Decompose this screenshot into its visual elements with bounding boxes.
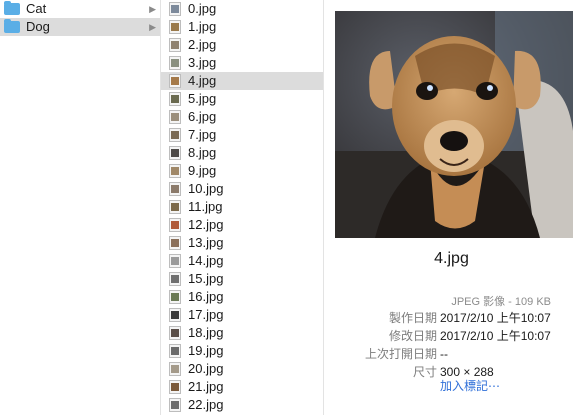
file-kind-size: JPEG 影像 - 109 KB <box>451 296 551 308</box>
folder-icon <box>4 1 20 15</box>
image-thumbnail-icon <box>169 218 181 232</box>
meta-created: 製作日期 2017/2/10 上午10:07 <box>388 311 551 325</box>
file-item[interactable]: 7.jpg <box>161 126 323 144</box>
chevron-right-icon: ▶ <box>149 4 156 14</box>
folder-label: Dog <box>26 19 50 34</box>
image-thumbnail-icon <box>169 146 181 160</box>
image-thumbnail-icon <box>169 236 181 250</box>
file-item[interactable]: 3.jpg <box>161 54 323 72</box>
meta-last-opened: 上次打開日期 -- <box>364 347 448 361</box>
file-item[interactable]: 12.jpg <box>161 216 323 234</box>
file-item[interactable]: 11.jpg <box>161 198 323 216</box>
image-thumbnail-icon <box>169 164 181 178</box>
file-label: 10.jpg <box>188 181 224 196</box>
file-item[interactable]: 5.jpg <box>161 90 323 108</box>
metadata-list: 製作日期 2017/2/10 上午10:07 修改日期 2017/2/10 上午… <box>324 309 579 381</box>
folder-column: Cat ▶ Dog ▶ <box>0 0 161 415</box>
folder-item-cat[interactable]: Cat ▶ <box>0 0 160 18</box>
image-thumbnail-icon <box>169 20 181 34</box>
file-item[interactable]: 15.jpg <box>161 270 323 288</box>
file-label: 4.jpg <box>188 73 217 88</box>
file-label: 15.jpg <box>188 271 224 286</box>
file-label: 1.jpg <box>188 19 217 34</box>
file-item[interactable]: 18.jpg <box>161 324 323 342</box>
file-label: 6.jpg <box>188 109 217 124</box>
file-item[interactable]: 14.jpg <box>161 252 323 270</box>
file-label: 13.jpg <box>188 235 224 250</box>
image-thumbnail-icon <box>169 254 181 268</box>
file-item[interactable]: 8.jpg <box>161 144 323 162</box>
folder-icon <box>4 19 20 33</box>
file-item[interactable]: 0.jpg <box>161 0 323 18</box>
image-thumbnail-icon <box>169 380 181 394</box>
image-thumbnail-icon <box>169 38 181 52</box>
file-column: 0.jpg 1.jpg 2.jpg 3.jpg 4.jpg 5.jpg 6.jpg 7.jpg… <box>161 0 324 415</box>
image-thumbnail-icon <box>169 290 181 304</box>
file-item[interactable]: 10.jpg <box>161 180 323 198</box>
file-item[interactable]: 13.jpg <box>161 234 323 252</box>
file-item[interactable]: 1.jpg <box>161 18 323 36</box>
file-label: 2.jpg <box>188 37 217 52</box>
image-preview <box>335 11 573 238</box>
image-thumbnail-icon <box>169 344 181 358</box>
image-thumbnail-icon <box>169 2 181 16</box>
image-thumbnail-icon <box>169 74 181 88</box>
file-label: 17.jpg <box>188 307 224 322</box>
folder-item-dog[interactable]: Dog ▶ <box>0 18 160 36</box>
file-item[interactable]: 21.jpg <box>161 378 323 396</box>
file-label: 7.jpg <box>188 127 217 142</box>
file-label: 16.jpg <box>188 289 224 304</box>
file-item[interactable]: 2.jpg <box>161 36 323 54</box>
file-label: 0.jpg <box>188 1 217 16</box>
image-thumbnail-icon <box>169 56 181 70</box>
folder-label: Cat <box>26 1 47 16</box>
meta-modified: 修改日期 2017/2/10 上午10:07 <box>388 329 551 343</box>
file-label: 9.jpg <box>188 163 217 178</box>
add-tags-link[interactable]: 加入標記⋯ <box>440 377 500 394</box>
file-label: 3.jpg <box>188 55 217 70</box>
file-item[interactable]: 16.jpg <box>161 288 323 306</box>
image-thumbnail-icon <box>169 128 181 142</box>
file-label: 14.jpg <box>188 253 224 268</box>
file-label: 12.jpg <box>188 217 224 232</box>
file-label: 5.jpg <box>188 91 217 106</box>
file-item[interactable]: 17.jpg <box>161 306 323 324</box>
file-item[interactable]: 6.jpg <box>161 108 323 126</box>
image-thumbnail-icon <box>169 200 181 214</box>
image-thumbnail-icon <box>169 272 181 286</box>
file-label: 8.jpg <box>188 145 217 160</box>
file-label: 19.jpg <box>188 343 224 358</box>
file-label: 22.jpg <box>188 397 224 412</box>
image-thumbnail-icon <box>169 182 181 196</box>
file-label: 11.jpg <box>188 199 223 214</box>
preview-filename: 4.jpg <box>434 250 469 267</box>
file-item[interactable]: 4.jpg <box>161 72 323 90</box>
file-item[interactable]: 19.jpg <box>161 342 323 360</box>
file-label: 21.jpg <box>188 379 224 394</box>
chevron-right-icon: ▶ <box>149 22 156 32</box>
image-thumbnail-icon <box>169 92 181 106</box>
file-item[interactable]: 22.jpg <box>161 396 323 414</box>
file-label: 18.jpg <box>188 325 224 340</box>
file-item[interactable]: 9.jpg <box>161 162 323 180</box>
image-thumbnail-icon <box>169 308 181 322</box>
image-thumbnail-icon <box>169 362 181 376</box>
file-label: 20.jpg <box>188 361 224 376</box>
image-thumbnail-icon <box>169 398 181 412</box>
image-thumbnail-icon <box>169 110 181 124</box>
file-item[interactable]: 20.jpg <box>161 360 323 378</box>
image-thumbnail-icon <box>169 326 181 340</box>
